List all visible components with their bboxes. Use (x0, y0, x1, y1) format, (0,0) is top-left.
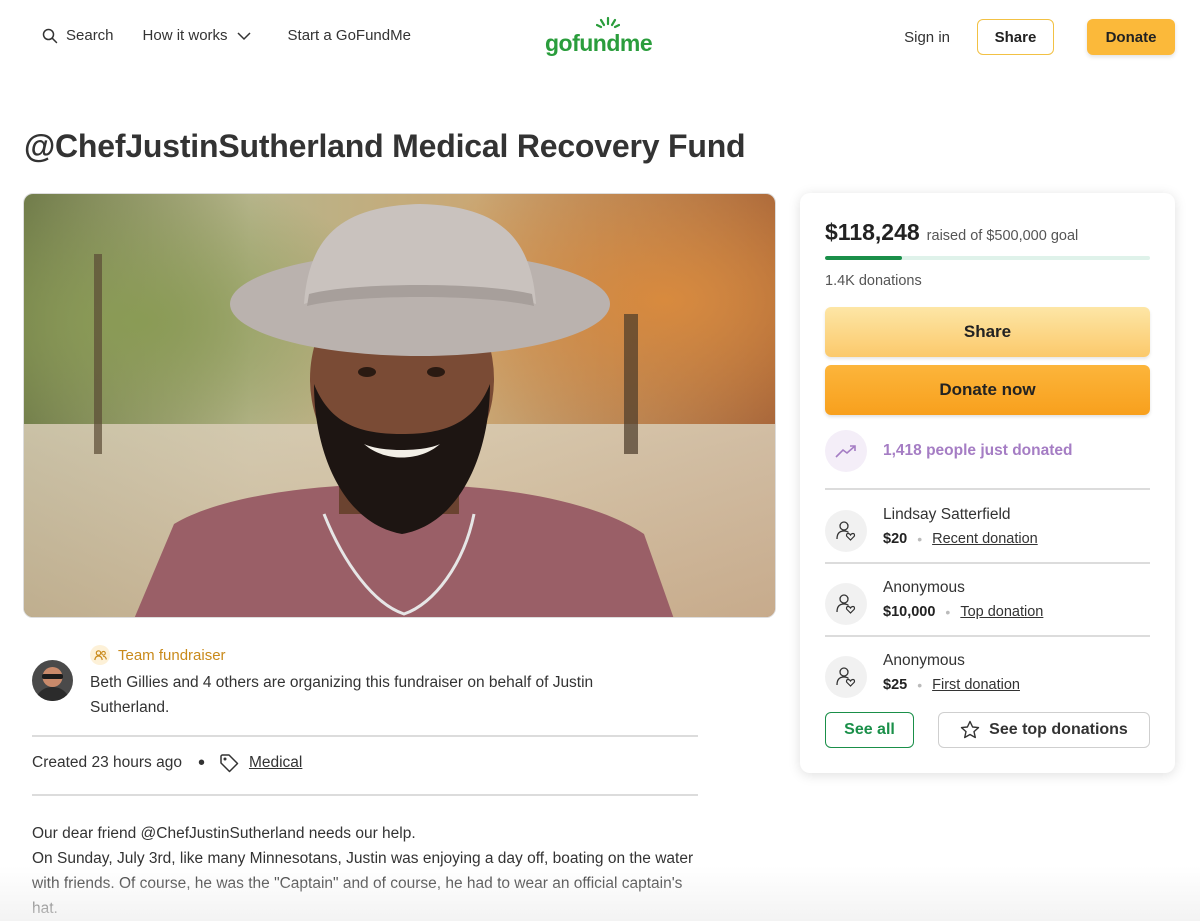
donor-heart-icon (825, 510, 867, 552)
divider (825, 562, 1150, 564)
team-fundraiser-label: Team fundraiser (118, 646, 226, 664)
donation-card: $118,248 raised of $500,000 goal 1.4K do… (800, 193, 1175, 773)
donation-count: 1.4K donations (825, 273, 922, 289)
detail-separator: • (945, 604, 951, 620)
how-it-works-label: How it works (142, 27, 228, 44)
progress-bar (825, 256, 1150, 260)
donor-detail: $25 • First donation (883, 677, 1020, 693)
donation-type-link[interactable]: Top donation (960, 604, 1043, 620)
donor-amount: $10,000 (883, 604, 936, 620)
donor-name: Anonymous (883, 652, 965, 669)
see-all-button[interactable]: See all (825, 712, 914, 748)
star-icon (960, 720, 980, 739)
donor-item: Anonymous $25 • First donation (825, 652, 1150, 712)
hero-image (23, 193, 776, 618)
raised-summary: $118,248 raised of $500,000 goal (825, 219, 1078, 246)
nav-right: Sign in Share Donate (904, 19, 1175, 55)
story-paragraph: Our dear friend @ChefJustinSutherland ne… (32, 825, 416, 842)
progress-fill (825, 256, 902, 260)
donate-now-button[interactable]: Donate now (825, 365, 1150, 415)
team-fundraiser-badge: Team fundraiser (90, 645, 226, 665)
divider (32, 794, 698, 796)
hero-photo (24, 194, 775, 617)
chevron-down-icon (237, 31, 251, 40)
start-gofundme-label: Start a GoFundMe (287, 27, 411, 44)
donor-item: Lindsay Satterfield $20 • Recent donatio… (825, 506, 1150, 566)
search-icon (42, 28, 58, 43)
donor-amount: $25 (883, 677, 908, 693)
donor-amount: $20 (883, 531, 908, 547)
category-link[interactable]: Medical (249, 754, 302, 772)
donor-heart-icon (825, 656, 867, 698)
raised-amount: $118,248 (825, 219, 920, 245)
see-top-donations-label: See top donations (989, 721, 1128, 738)
divider (825, 488, 1150, 490)
donate-button-top[interactable]: Donate (1087, 19, 1175, 55)
see-top-donations-button[interactable]: See top donations (938, 712, 1150, 748)
search-button[interactable]: Search (42, 27, 114, 44)
meta-separator: • (197, 751, 205, 774)
share-button[interactable]: Share (825, 307, 1150, 357)
tag-icon (219, 753, 239, 773)
share-button-top[interactable]: Share (977, 19, 1054, 55)
created-date: Created 23 hours ago (32, 754, 182, 771)
donor-name: Lindsay Satterfield (883, 506, 1011, 523)
nav-left: Search How it works Start a GoFundMe (42, 27, 440, 44)
divider (32, 735, 698, 737)
organizer-avatar[interactable] (32, 660, 73, 701)
organizer-text: Beth Gillies and 4 others are organizing… (90, 674, 594, 716)
donor-heart-icon (825, 583, 867, 625)
donor-detail: $10,000 • Top donation (883, 604, 1043, 620)
divider (825, 635, 1150, 637)
search-label: Search (66, 27, 114, 44)
recent-activity-text: 1,418 people just donated (883, 442, 1073, 459)
donor-item: Anonymous $10,000 • Top donation (825, 579, 1150, 639)
sign-in-link[interactable]: Sign in (904, 29, 950, 46)
logo-text: gofundme (545, 30, 653, 56)
donor-detail: $20 • Recent donation (883, 531, 1038, 547)
team-icon (90, 645, 110, 665)
avatar-photo (32, 660, 73, 701)
logo-sun-icon (596, 16, 620, 29)
detail-separator: • (917, 677, 923, 693)
goal-text: raised of $500,000 goal (926, 228, 1079, 244)
fundraiser-meta: Created 23 hours ago • Medical (32, 753, 302, 773)
donor-name: Anonymous (883, 579, 965, 596)
start-gofundme-link[interactable]: Start a GoFundMe (288, 27, 411, 44)
trending-up-icon (825, 430, 867, 472)
gofundme-logo[interactable]: gofundme (545, 16, 657, 58)
story-section: Our dear friend @ChefJustinSutherland ne… (32, 821, 698, 921)
donation-type-link[interactable]: Recent donation (932, 531, 1038, 547)
top-nav: Search How it works Start a GoFundMe gof… (0, 0, 1200, 76)
story-paragraph: On Sunday, July 3rd, like many Minnesota… (32, 850, 694, 917)
page-title: @ChefJustinSutherland Medical Recovery F… (24, 128, 746, 164)
detail-separator: • (917, 531, 923, 547)
how-it-works-menu[interactable]: How it works (143, 27, 259, 44)
recent-activity: 1,418 people just donated (825, 430, 1073, 472)
donation-type-link[interactable]: First donation (932, 677, 1020, 693)
